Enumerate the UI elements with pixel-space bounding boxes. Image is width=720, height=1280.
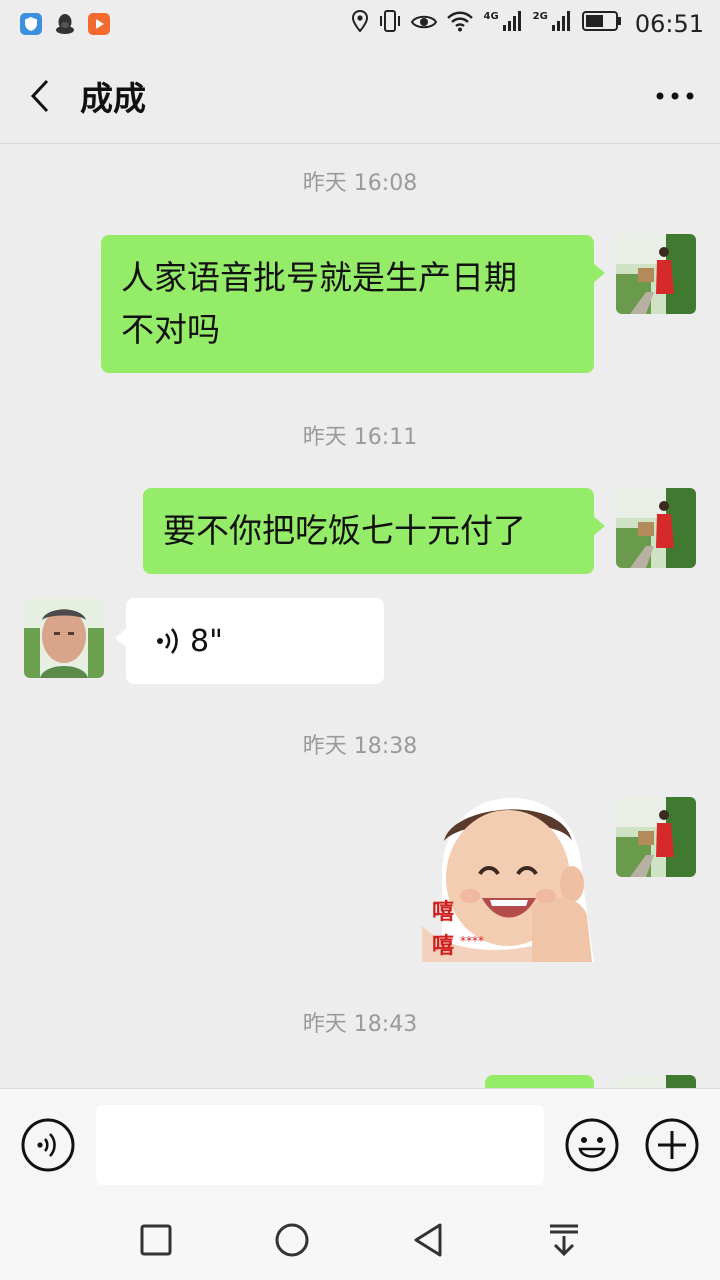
status-app-icons (20, 13, 110, 35)
message-input[interactable] (96, 1105, 544, 1185)
chat-title: 成成 (80, 78, 146, 118)
eye-icon (411, 12, 438, 37)
more-button[interactable] (630, 48, 720, 144)
notification-pull-icon (550, 1224, 578, 1257)
message-text-line: 人家语音批号就是生产日期 (121, 258, 517, 297)
my-avatar[interactable] (616, 488, 696, 568)
video-app-icon (88, 13, 110, 35)
back-button[interactable] (0, 48, 80, 144)
message-timestamp: 昨天 18:43 (302, 1012, 418, 1037)
vibrate-icon (378, 10, 402, 38)
plus-button[interactable] (644, 1117, 700, 1173)
emoji-icon (565, 1118, 619, 1172)
status-indicators: 4G 2G 06:51 (351, 9, 704, 38)
emoji-button[interactable] (564, 1117, 620, 1173)
wifi-icon (446, 10, 474, 38)
message-text-line: 不对吗 (121, 310, 220, 349)
location-icon (351, 9, 369, 38)
battery-icon (581, 10, 622, 38)
chat-header: 成成 (0, 48, 720, 144)
back-nav-button[interactable] (408, 1220, 448, 1260)
recent-apps-icon (140, 1224, 172, 1256)
voice-duration: 8" (190, 623, 223, 659)
recent-apps-button[interactable] (136, 1220, 176, 1260)
back-icon (414, 1223, 442, 1257)
voice-input-button[interactable] (20, 1117, 76, 1173)
my-avatar[interactable] (616, 797, 696, 877)
my-avatar[interactable] (616, 1075, 696, 1088)
message-timestamp: 昨天 16:11 (302, 425, 418, 450)
more-dots-icon (656, 92, 694, 99)
message-list[interactable]: 昨天 16:08 人家语音批号就是生产日期 不对吗 昨天 16:11 要不你把吃… (0, 145, 720, 1088)
input-bar (0, 1088, 720, 1200)
shield-app-icon (20, 13, 42, 35)
home-button[interactable] (272, 1220, 312, 1260)
contact-avatar[interactable] (24, 598, 104, 678)
network-type-1: 4G (483, 10, 499, 22)
message-timestamp: 昨天 16:08 (302, 171, 418, 196)
sticker-message[interactable]: 嘻 嘻 **** (422, 796, 594, 962)
chevron-left-icon (30, 79, 49, 112)
status-bar: 4G 2G 06:51 (0, 0, 720, 48)
plus-icon (645, 1118, 699, 1172)
network-type-2: 2G (532, 10, 548, 22)
outgoing-text-bubble[interactable] (485, 1075, 594, 1088)
voice-input-icon (21, 1118, 75, 1172)
my-avatar[interactable] (616, 234, 696, 314)
outgoing-text-bubble[interactable]: 人家语音批号就是生产日期 不对吗 (101, 235, 605, 373)
incoming-voice-bubble[interactable]: 8" (115, 598, 384, 684)
message-timestamp: 昨天 18:38 (302, 734, 418, 759)
status-time: 06:51 (634, 10, 704, 38)
system-nav-bar (0, 1200, 720, 1280)
notification-pull-button[interactable] (544, 1220, 584, 1260)
sticker-caption-char: 嘻 (432, 933, 455, 959)
message-text-line: 要不你把吃饭七十元付了 (163, 511, 526, 550)
voice-wave-icon (156, 626, 180, 656)
signal-icon-1 (502, 10, 524, 38)
sticker-caption-tail: **** (460, 934, 484, 948)
signal-icon-2 (551, 10, 573, 38)
home-icon (275, 1223, 309, 1257)
outgoing-text-bubble[interactable]: 要不你把吃饭七十元付了 (143, 488, 605, 574)
qq-penguin-icon (54, 13, 76, 35)
chat-screen: 4G 2G 06:51 成成 昨天 16:08 人家语音批号就是生产日期 不对吗… (0, 0, 720, 1280)
sticker-caption-char: 嘻 (432, 899, 455, 925)
